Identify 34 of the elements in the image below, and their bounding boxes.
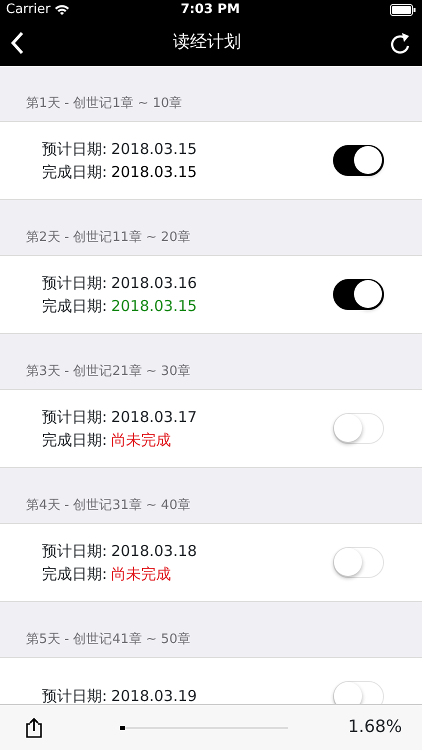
section-header: 第2天 - 创世记11章 ~ 20章 (26, 228, 190, 246)
date-label: 完成日期: (42, 564, 108, 584)
planned-date: 2018.03.19 (111, 686, 197, 704)
date-label: 预计日期: (42, 273, 108, 294)
planned-date: 2018.03.16 (111, 273, 197, 294)
date-label: 完成日期: (42, 296, 108, 316)
completion-toggle[interactable] (333, 145, 384, 176)
date-label: 预计日期: (42, 407, 108, 428)
completed-date: 2018.03.15 (111, 162, 197, 182)
section-header: 第1天 - 创世记1章 ~ 10章 (26, 94, 182, 112)
planned-date: 2018.03.17 (111, 407, 197, 428)
date-label: 完成日期: (42, 430, 108, 450)
battery-icon (390, 4, 416, 16)
date-label: 预计日期: (42, 686, 108, 704)
planned-date: 2018.03.18 (111, 541, 197, 562)
section-header: 第3天 - 创世记21章 ~ 30章 (26, 362, 190, 380)
date-label: 预计日期: (42, 139, 108, 160)
screen-title: 读经计划 (172, 31, 242, 54)
section-header: 第5天 - 创世记41章 ~ 50章 (26, 630, 190, 648)
completion-toggle[interactable] (333, 279, 384, 310)
planned-date: 2018.03.15 (111, 139, 197, 160)
date-label: 预计日期: (42, 541, 108, 562)
completed-date: 尚未完成 (111, 430, 172, 450)
status-time: 7:03 PM (180, 1, 241, 20)
progress-percent: 1.68% (348, 716, 402, 739)
completed-date: 尚未完成 (111, 564, 172, 584)
section-header: 第4天 - 创世记31章 ~ 40章 (26, 496, 190, 514)
completed-date: 2018.03.15 (111, 296, 197, 316)
back-icon[interactable] (10, 31, 24, 55)
carrier-label: Carrier (6, 1, 50, 20)
wifi-icon (54, 4, 70, 16)
date-label: 完成日期: (42, 162, 108, 182)
share-icon[interactable] (24, 716, 44, 738)
refresh-icon[interactable] (390, 31, 412, 55)
